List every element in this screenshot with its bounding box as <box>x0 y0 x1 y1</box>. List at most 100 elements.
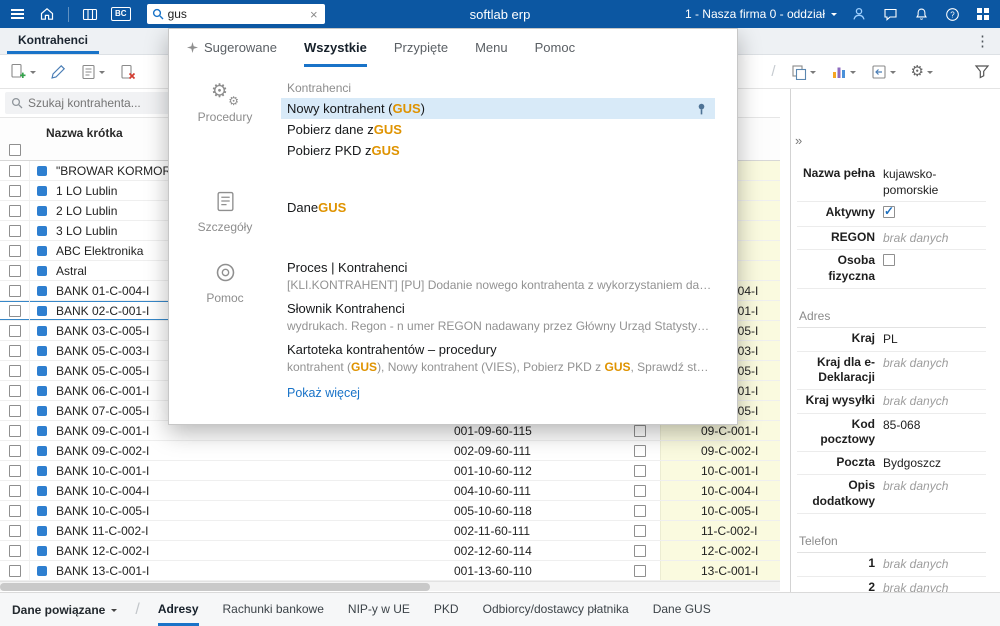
help-result-item[interactable]: Proces | Kontrahenci [KLI.KONTRAHENT] [P… <box>281 260 715 292</box>
row-checkbox[interactable] <box>8 284 21 297</box>
popup-tab[interactable]: Wszystkie <box>304 29 367 67</box>
row-flag-checkbox[interactable] <box>634 464 646 477</box>
global-search-input[interactable] <box>167 7 304 21</box>
duplicate-button[interactable] <box>791 64 816 80</box>
row-checkbox[interactable] <box>8 304 21 317</box>
search-result-item[interactable]: Dane GUS <box>281 197 715 218</box>
related-tab-label: PKD <box>433 602 459 616</box>
row-checkbox[interactable] <box>8 464 21 477</box>
hamburger-menu-button[interactable] <box>8 5 26 23</box>
related-tab[interactable]: Odbiorcy/dostawcy płatnika <box>483 593 629 626</box>
search-result-item[interactable]: Pobierz PKD z GUS <box>281 140 715 161</box>
columns-module-button[interactable] <box>81 5 99 23</box>
row-checkbox[interactable] <box>8 204 21 217</box>
row-checkbox[interactable] <box>8 324 21 337</box>
scrollbar-thumb[interactable] <box>0 583 430 591</box>
notifications-button[interactable] <box>912 5 930 23</box>
company-selector[interactable]: 1 - Nasza firma 0 - oddział <box>685 7 837 21</box>
row-checkbox[interactable] <box>8 184 21 197</box>
result-text: Pobierz dane z <box>287 122 374 137</box>
related-tab[interactable]: PKD <box>434 593 459 626</box>
row-checkbox[interactable] <box>8 444 21 457</box>
field-label: Poczta <box>836 454 875 469</box>
related-tab[interactable]: Dane GUS <box>653 593 711 626</box>
global-search-box[interactable]: × <box>146 4 325 24</box>
search-result-item[interactable]: Pobierz dane z GUS <box>281 119 715 140</box>
collapse-panel-button[interactable]: » <box>795 133 802 148</box>
related-tab[interactable]: Adresy <box>157 593 199 626</box>
clear-search-icon[interactable]: × <box>308 8 320 21</box>
row-flag-checkbox[interactable] <box>634 484 646 497</box>
row-checkbox[interactable] <box>8 344 21 357</box>
table-row[interactable]: BANK 10-C-004-I 004-10-60-111 10-C-004-I <box>0 481 780 501</box>
bc-module-button[interactable]: BC <box>111 7 131 21</box>
row-checkbox[interactable] <box>8 264 21 277</box>
row-flag-checkbox[interactable] <box>634 564 646 577</box>
field-checkbox[interactable] <box>883 204 895 220</box>
chat-button[interactable] <box>881 5 899 23</box>
row-checkbox[interactable] <box>8 504 21 517</box>
row-checkbox[interactable] <box>8 544 21 557</box>
show-more-link[interactable]: Pokaż więcej <box>287 386 360 400</box>
field-value: brak danych <box>883 557 949 572</box>
select-all-checkbox[interactable] <box>9 144 21 156</box>
field-checkbox[interactable] <box>883 254 895 267</box>
row-checkbox[interactable] <box>8 164 21 177</box>
row-checkbox[interactable] <box>8 384 21 397</box>
pin-icon[interactable] <box>696 103 707 115</box>
table-row[interactable]: BANK 10-C-001-I 001-10-60-112 10-C-001-I <box>0 461 780 481</box>
popup-tab[interactable]: Pomoc <box>535 29 575 67</box>
row-flag-checkbox[interactable] <box>634 544 646 557</box>
search-result-item[interactable]: Nowy kontrahent (GUS) <box>281 98 715 119</box>
row-checkbox[interactable] <box>8 224 21 237</box>
user-profile-button[interactable] <box>850 5 868 23</box>
details-button[interactable] <box>81 64 105 80</box>
delete-button[interactable] <box>120 64 136 80</box>
chart-button[interactable] <box>831 64 856 79</box>
filter-button[interactable] <box>974 64 990 79</box>
details-panel: » Nazwa pełna kujawsko-pomorskie Aktywny <box>790 89 1000 592</box>
table-row[interactable]: BANK 12-C-002-I 002-12-60-114 12-C-002-I <box>0 541 780 561</box>
related-data-dropdown[interactable]: Dane powiązane <box>12 593 118 626</box>
row-checkbox[interactable] <box>8 524 21 537</box>
row-flag-checkbox[interactable] <box>634 444 646 457</box>
table-row[interactable]: BANK 09-C-002-I 002-09-60-111 09-C-002-I <box>0 441 780 461</box>
edit-button[interactable] <box>51 64 66 79</box>
apps-grid-button[interactable] <box>974 5 992 23</box>
more-options-icon[interactable]: ⋮ <box>975 32 990 50</box>
row-checkbox[interactable] <box>8 564 21 577</box>
settings-button[interactable]: ⚙ <box>911 64 933 79</box>
row-checkbox[interactable] <box>8 404 21 417</box>
related-tab[interactable]: NIP-y w UE <box>348 593 410 626</box>
row-checkbox[interactable] <box>8 244 21 257</box>
home-icon <box>40 8 54 20</box>
popup-tab[interactable]: Przypięte <box>394 29 448 67</box>
add-contractor-button[interactable] <box>10 63 36 80</box>
export-button[interactable] <box>871 64 896 80</box>
contractor-name-cell: BANK 10-C-005-I <box>56 503 150 518</box>
horizontal-scrollbar[interactable] <box>0 581 780 591</box>
result-text: Dane <box>287 200 319 215</box>
row-flag-checkbox[interactable] <box>634 424 646 437</box>
contractor-number-cell: 002-11-60-111 <box>454 523 531 538</box>
help-button[interactable]: ? <box>943 5 961 23</box>
related-tab[interactable]: Rachunki bankowe <box>223 593 324 626</box>
table-row[interactable]: BANK 13-C-001-I 001-13-60-110 13-C-001-I <box>0 561 780 581</box>
row-checkbox[interactable] <box>8 424 21 437</box>
table-row[interactable]: BANK 10-C-005-I 005-10-60-118 10-C-005-I <box>0 501 780 521</box>
help-result-item[interactable]: Kartoteka kontrahentów – procedury kontr… <box>281 342 715 374</box>
column-header-name[interactable]: Nazwa krótka <box>46 126 123 140</box>
contractor-icon <box>37 545 47 556</box>
popup-tab[interactable]: Sugerowane <box>187 29 277 67</box>
details-document-icon <box>216 191 235 215</box>
tab-kontrahenci[interactable]: Kontrahenci <box>7 28 100 54</box>
row-checkbox[interactable] <box>8 484 21 497</box>
popup-tab-label: Przypięte <box>393 40 449 55</box>
home-button[interactable] <box>38 5 56 23</box>
row-flag-checkbox[interactable] <box>634 524 646 537</box>
popup-tab[interactable]: Menu <box>475 29 508 67</box>
row-flag-checkbox[interactable] <box>634 504 646 517</box>
table-row[interactable]: BANK 11-C-002-I 002-11-60-111 11-C-002-I <box>0 521 780 541</box>
help-result-item[interactable]: Słownik Kontrahenci wydrukach. Regon - n… <box>281 301 715 333</box>
row-checkbox[interactable] <box>8 364 21 377</box>
